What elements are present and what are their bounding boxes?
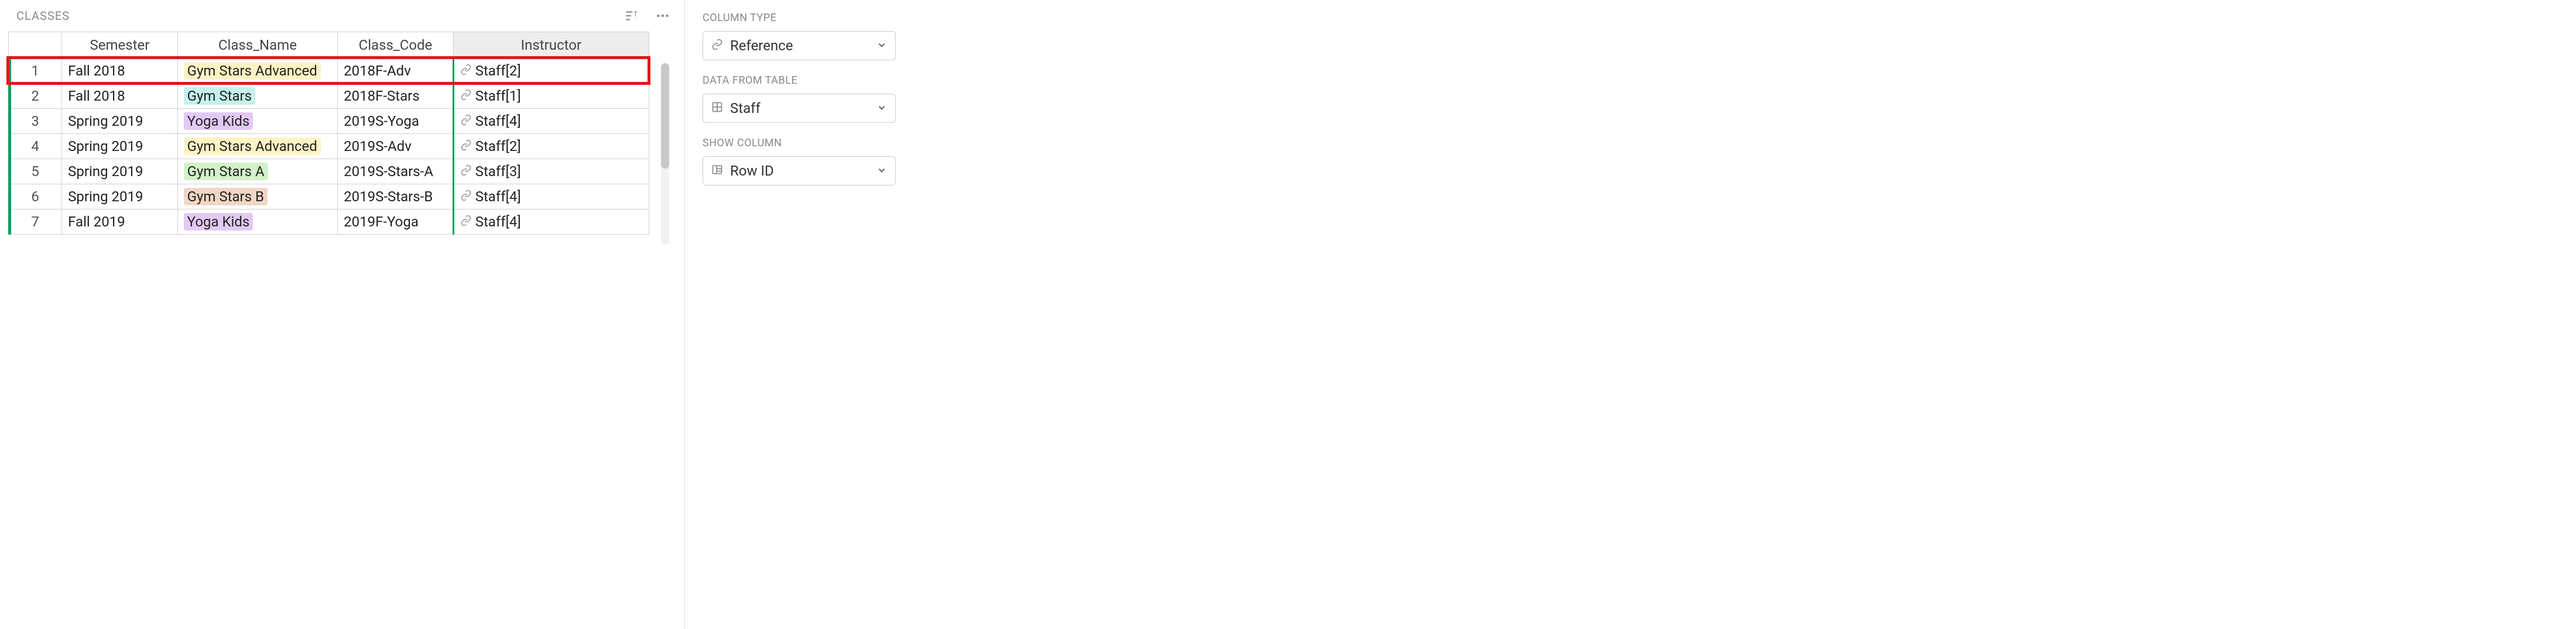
column-icon bbox=[711, 163, 723, 179]
link-icon bbox=[460, 113, 472, 129]
instructor-ref: Staff[1] bbox=[475, 88, 521, 104]
table-header-row: Semester Class_Name Class_Code Instructo… bbox=[9, 32, 649, 59]
scrollbar-track[interactable] bbox=[661, 63, 669, 245]
link-icon bbox=[460, 138, 472, 154]
cell-class-code[interactable]: 2019S-Stars-A bbox=[338, 159, 454, 184]
cell-class-code[interactable]: 2018F-Adv bbox=[338, 59, 454, 84]
instructor-ref: Staff[3] bbox=[475, 163, 521, 180]
cell-semester[interactable]: Spring 2019 bbox=[62, 184, 178, 209]
class-name-tag: Gym Stars B bbox=[184, 188, 268, 205]
filler bbox=[913, 0, 2576, 629]
row-number[interactable]: 4 bbox=[9, 134, 62, 159]
cell-instructor[interactable]: Staff[4] bbox=[453, 209, 649, 235]
row-number[interactable]: 6 bbox=[9, 184, 62, 209]
data-table: Semester Class_Name Class_Code Instructo… bbox=[8, 32, 649, 235]
more-icon[interactable] bbox=[655, 8, 670, 23]
row-number[interactable]: 7 bbox=[9, 209, 62, 235]
cell-semester[interactable]: Fall 2018 bbox=[62, 59, 178, 84]
link-icon bbox=[460, 163, 472, 180]
side-panel: COLUMN TYPE Reference DATA FROM TABLE bbox=[685, 0, 913, 629]
instructor-ref: Staff[4] bbox=[475, 113, 521, 129]
table-title: CLASSES bbox=[16, 9, 70, 23]
class-name-tag: Gym Stars bbox=[184, 87, 255, 105]
cell-class-code[interactable]: 2019S-Adv bbox=[338, 134, 454, 159]
class-name-tag: Gym Stars Advanced bbox=[184, 62, 321, 80]
instructor-ref: Staff[4] bbox=[475, 188, 521, 205]
cell-semester[interactable]: Spring 2019 bbox=[62, 109, 178, 134]
header-actions bbox=[624, 8, 670, 23]
column-header-class-code[interactable]: Class_Code bbox=[338, 32, 454, 59]
row-number-header[interactable] bbox=[9, 32, 62, 59]
link-icon bbox=[460, 88, 472, 104]
link-icon bbox=[460, 214, 472, 230]
cell-class-name[interactable]: Gym Stars A bbox=[177, 159, 338, 184]
table-header-bar: CLASSES bbox=[0, 0, 684, 32]
main-table-panel: CLASSES bbox=[0, 0, 685, 629]
cell-semester[interactable]: Spring 2019 bbox=[62, 134, 178, 159]
data-from-table-dropdown[interactable]: Staff bbox=[703, 94, 896, 123]
cell-instructor[interactable]: Staff[4] bbox=[453, 184, 649, 209]
cell-class-code[interactable]: 2019S-Stars-B bbox=[338, 184, 454, 209]
column-header-class-name[interactable]: Class_Name bbox=[177, 32, 338, 59]
class-name-tag: Yoga Kids bbox=[184, 213, 254, 231]
table-icon bbox=[711, 100, 723, 116]
instructor-ref: Staff[2] bbox=[475, 138, 521, 154]
row-number[interactable]: 2 bbox=[9, 84, 62, 109]
chevron-down-icon bbox=[876, 163, 887, 179]
show-column-label: SHOW COLUMN bbox=[703, 137, 896, 149]
cell-instructor[interactable]: Staff[1] bbox=[453, 84, 649, 109]
row-number[interactable]: 5 bbox=[9, 159, 62, 184]
cell-instructor[interactable]: Staff[4] bbox=[453, 109, 649, 134]
cell-class-name[interactable]: Yoga Kids bbox=[177, 109, 338, 134]
class-name-tag: Gym Stars Advanced bbox=[184, 138, 321, 155]
class-name-tag: Yoga Kids bbox=[184, 112, 254, 130]
table-row[interactable]: 4Spring 2019 Gym Stars Advanced 2019S-Adv S… bbox=[9, 134, 649, 159]
cell-class-code[interactable]: 2019S-Yoga bbox=[338, 109, 454, 134]
table-row[interactable]: 6Spring 2019 Gym Stars B 2019S-Stars-B Staf… bbox=[9, 184, 649, 209]
cell-instructor[interactable]: Staff[2] bbox=[453, 59, 649, 84]
row-indicator-bar bbox=[8, 57, 11, 235]
instructor-ref: Staff[4] bbox=[475, 214, 521, 230]
cell-class-name[interactable]: Gym Stars Advanced bbox=[177, 134, 338, 159]
column-type-dropdown[interactable]: Reference bbox=[703, 31, 896, 60]
link-icon bbox=[460, 63, 472, 79]
cell-class-name[interactable]: Gym Stars Advanced bbox=[177, 59, 338, 84]
link-icon bbox=[460, 188, 472, 205]
cell-semester[interactable]: Spring 2019 bbox=[62, 159, 178, 184]
table-row[interactable]: 7Fall 2019 Yoga Kids 2019F-Yoga Staff[4] bbox=[9, 209, 649, 235]
row-number[interactable]: 3 bbox=[9, 109, 62, 134]
cell-class-name[interactable]: Yoga Kids bbox=[177, 209, 338, 235]
cell-instructor[interactable]: Staff[2] bbox=[453, 134, 649, 159]
instructor-ref: Staff[2] bbox=[475, 63, 521, 79]
column-header-instructor[interactable]: Instructor bbox=[453, 32, 649, 59]
class-name-tag: Gym Stars A bbox=[184, 163, 268, 180]
column-type-label: COLUMN TYPE bbox=[703, 12, 896, 24]
cell-class-name[interactable]: Gym Stars bbox=[177, 84, 338, 109]
show-column-value: Row ID bbox=[730, 163, 774, 179]
link-icon bbox=[711, 37, 723, 54]
chevron-down-icon bbox=[876, 100, 887, 116]
cell-semester[interactable]: Fall 2019 bbox=[62, 209, 178, 235]
row-number[interactable]: 1 bbox=[9, 59, 62, 84]
filter-icon[interactable] bbox=[624, 8, 639, 23]
cell-instructor[interactable]: Staff[3] bbox=[453, 159, 649, 184]
cell-class-name[interactable]: Gym Stars B bbox=[177, 184, 338, 209]
data-from-table-value: Staff bbox=[730, 100, 761, 116]
cell-class-code[interactable]: 2018F-Stars bbox=[338, 84, 454, 109]
table-row[interactable]: 2Fall 2018 Gym Stars 2018F-Stars Staff[1] bbox=[9, 84, 649, 109]
table-wrapper: Semester Class_Name Class_Code Instructo… bbox=[0, 32, 684, 235]
scrollbar-thumb[interactable] bbox=[661, 63, 669, 169]
data-from-table-label: DATA FROM TABLE bbox=[703, 74, 896, 87]
table-row[interactable]: 3Spring 2019 Yoga Kids 2019S-Yoga Staff[4] bbox=[9, 109, 649, 134]
table-row[interactable]: 1Fall 2018 Gym Stars Advanced 2018F-Adv Sta… bbox=[9, 59, 649, 84]
chevron-down-icon bbox=[876, 37, 887, 54]
table-row[interactable]: 5Spring 2019 Gym Stars A 2019S-Stars-A Staf… bbox=[9, 159, 649, 184]
cell-class-code[interactable]: 2019F-Yoga bbox=[338, 209, 454, 235]
column-type-value: Reference bbox=[730, 37, 793, 54]
column-header-semester[interactable]: Semester bbox=[62, 32, 178, 59]
show-column-dropdown[interactable]: Row ID bbox=[703, 156, 896, 185]
cell-semester[interactable]: Fall 2018 bbox=[62, 84, 178, 109]
